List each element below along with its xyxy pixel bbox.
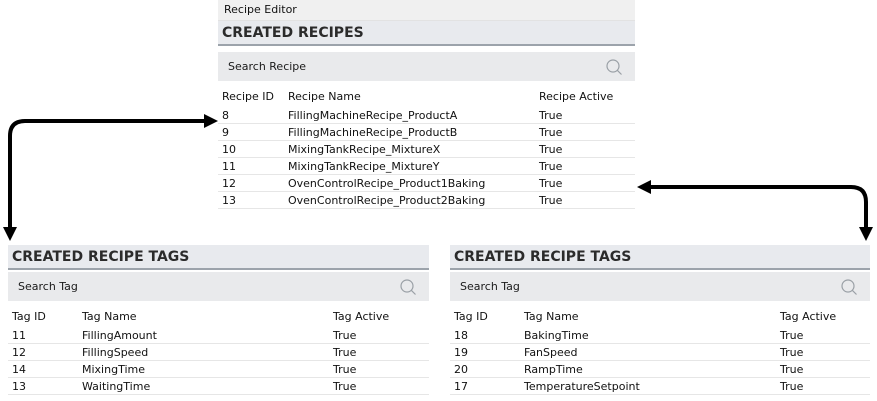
tag-active-cell: True bbox=[776, 360, 870, 378]
recipe-id-cell: 12 bbox=[218, 174, 284, 192]
right-tags-table-header: Tag ID Tag Name Tag Active bbox=[450, 301, 870, 327]
table-row[interactable]: 18 BakingTime True bbox=[450, 327, 870, 344]
column-header-recipe-id[interactable]: Recipe ID bbox=[218, 81, 284, 107]
table-row[interactable]: 12 OvenControlRecipe_Product1Baking True bbox=[218, 174, 635, 192]
tag-id-cell: 20 bbox=[450, 360, 520, 378]
recipe-active-cell: True bbox=[535, 123, 635, 141]
right-search-tag-placeholder: Search Tag bbox=[460, 280, 520, 293]
left-search-tag-input[interactable]: Search Tag bbox=[8, 272, 429, 301]
right-search-tag-input[interactable]: Search Tag bbox=[450, 272, 870, 301]
recipes-table: Recipe ID Recipe Name Recipe Active 8 Fil… bbox=[218, 81, 635, 209]
recipe-id-cell: 13 bbox=[218, 191, 284, 209]
table-row[interactable]: 12 FillingSpeed True bbox=[8, 343, 429, 361]
table-row[interactable]: 19 FanSpeed True bbox=[450, 343, 870, 361]
recipe-id-cell: 9 bbox=[218, 123, 284, 141]
tag-name-cell: MixingTime bbox=[78, 360, 329, 378]
recipes-table-header: Recipe ID Recipe Name Recipe Active bbox=[218, 81, 635, 107]
left-connector-arrow-icon bbox=[3, 114, 218, 241]
tag-id-cell: 13 bbox=[8, 377, 78, 395]
recipe-active-cell: True bbox=[535, 174, 635, 192]
recipe-id-cell: 10 bbox=[218, 140, 284, 158]
tag-id-cell: 17 bbox=[450, 377, 520, 395]
recipe-active-cell: True bbox=[535, 140, 635, 158]
recipe-name-cell: OvenControlRecipe_Product1Baking bbox=[284, 174, 535, 192]
right-recipe-tags-panel: CREATED RECIPE TAGS Search Tag Tag ID Ta… bbox=[450, 245, 870, 401]
column-header-recipe-active[interactable]: Recipe Active bbox=[535, 81, 635, 107]
tag-name-cell: FillingAmount bbox=[78, 327, 329, 344]
tag-active-cell: True bbox=[329, 327, 429, 344]
column-header-tag-name[interactable]: Tag Name bbox=[520, 301, 776, 327]
recipe-active-cell: True bbox=[535, 157, 635, 175]
table-row[interactable]: 11 FillingAmount True bbox=[8, 327, 429, 344]
left-tags-header: CREATED RECIPE TAGS bbox=[8, 245, 429, 270]
recipe-name-cell: MixingTankRecipe_MixtureY bbox=[284, 157, 535, 175]
right-connector-arrow-icon bbox=[637, 180, 873, 241]
table-row[interactable]: 14 MixingTime True bbox=[8, 360, 429, 378]
recipe-active-cell: True bbox=[535, 191, 635, 209]
right-tags-header: CREATED RECIPE TAGS bbox=[450, 245, 870, 270]
column-header-tag-id[interactable]: Tag ID bbox=[450, 301, 520, 327]
tag-id-cell: 19 bbox=[450, 343, 520, 361]
table-row[interactable]: 9 FillingMachineRecipe_ProductB True bbox=[218, 123, 635, 141]
tag-active-cell: True bbox=[329, 360, 429, 378]
created-recipes-header: CREATED RECIPES bbox=[218, 21, 635, 46]
tag-active-cell: True bbox=[776, 343, 870, 361]
tag-active-cell: True bbox=[776, 377, 870, 395]
tag-id-cell: 18 bbox=[450, 327, 520, 344]
recipe-name-cell: MixingTankRecipe_MixtureX bbox=[284, 140, 535, 158]
left-tags-table: Tag ID Tag Name Tag Active 11 FillingAmou… bbox=[8, 301, 429, 395]
recipe-editor-panel: Recipe Editor CREATED RECIPES Search Rec… bbox=[218, 0, 635, 218]
search-icon[interactable] bbox=[840, 278, 858, 296]
tag-active-cell: True bbox=[329, 343, 429, 361]
search-icon[interactable] bbox=[605, 58, 623, 76]
column-header-tag-active[interactable]: Tag Active bbox=[329, 301, 429, 327]
tag-id-cell: 12 bbox=[8, 343, 78, 361]
recipe-name-cell: OvenControlRecipe_Product2Baking bbox=[284, 191, 535, 209]
tag-id-cell: 14 bbox=[8, 360, 78, 378]
recipe-name-cell: FillingMachineRecipe_ProductA bbox=[284, 107, 535, 124]
tag-name-cell: BakingTime bbox=[520, 327, 776, 344]
column-header-recipe-name[interactable]: Recipe Name bbox=[284, 81, 535, 107]
tag-id-cell: 11 bbox=[8, 327, 78, 344]
left-search-tag-placeholder: Search Tag bbox=[18, 280, 78, 293]
table-row[interactable]: 10 MixingTankRecipe_MixtureX True bbox=[218, 140, 635, 158]
table-row[interactable]: 8 FillingMachineRecipe_ProductA True bbox=[218, 107, 635, 124]
tag-name-cell: WaitingTime bbox=[78, 377, 329, 395]
search-recipe-placeholder: Search Recipe bbox=[228, 60, 307, 73]
recipe-name-cell: FillingMachineRecipe_ProductB bbox=[284, 123, 535, 141]
search-icon[interactable] bbox=[399, 278, 417, 296]
tag-name-cell: RampTime bbox=[520, 360, 776, 378]
left-recipe-tags-panel: CREATED RECIPE TAGS Search Tag Tag ID Ta… bbox=[8, 245, 429, 401]
tag-active-cell: True bbox=[776, 327, 870, 344]
tag-active-cell: True bbox=[329, 377, 429, 395]
table-row[interactable]: 13 WaitingTime True bbox=[8, 377, 429, 395]
right-tags-table: Tag ID Tag Name Tag Active 18 BakingTime T… bbox=[450, 301, 870, 395]
column-header-tag-name[interactable]: Tag Name bbox=[78, 301, 329, 327]
tag-name-cell: FanSpeed bbox=[520, 343, 776, 361]
table-row[interactable]: 13 OvenControlRecipe_Product2Baking True bbox=[218, 191, 635, 209]
column-header-tag-id[interactable]: Tag ID bbox=[8, 301, 78, 327]
table-row[interactable]: 11 MixingTankRecipe_MixtureY True bbox=[218, 157, 635, 175]
left-tags-table-header: Tag ID Tag Name Tag Active bbox=[8, 301, 429, 327]
table-row[interactable]: 17 TemperatureSetpoint True bbox=[450, 377, 870, 395]
table-row[interactable]: 20 RampTime True bbox=[450, 360, 870, 378]
recipe-active-cell: True bbox=[535, 107, 635, 124]
recipe-id-cell: 8 bbox=[218, 107, 284, 124]
search-recipe-input[interactable]: Search Recipe bbox=[218, 52, 635, 81]
column-header-tag-active[interactable]: Tag Active bbox=[776, 301, 870, 327]
tag-name-cell: TemperatureSetpoint bbox=[520, 377, 776, 395]
recipe-id-cell: 11 bbox=[218, 157, 284, 175]
tag-name-cell: FillingSpeed bbox=[78, 343, 329, 361]
window-title: Recipe Editor bbox=[218, 0, 635, 21]
